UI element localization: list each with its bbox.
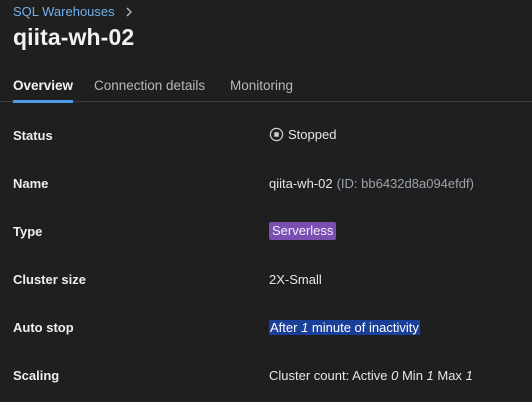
warehouse-details-page: SQL Warehouses qiita-wh-02 Overview Conn… <box>0 0 532 402</box>
type-row: Type Serverless <box>13 222 532 244</box>
auto-stop-selected-text: After 1 minute of inactivity <box>269 320 420 335</box>
status-row: Status Stopped <box>13 127 532 148</box>
cluster-size-label: Cluster size <box>13 272 86 287</box>
status-label: Status <box>13 128 53 143</box>
tab-connection-details[interactable]: Connection details <box>94 78 205 100</box>
auto-stop-suffix: minute of inactivity <box>308 320 419 335</box>
scaling-value: Cluster count: Active 0 Min 1 Max 1 <box>269 368 473 383</box>
scaling-min-label: Min <box>398 368 427 383</box>
auto-stop-value: After 1 minute of inactivity <box>269 320 420 335</box>
name-label: Name <box>13 176 49 191</box>
tab-monitoring[interactable]: Monitoring <box>230 78 293 100</box>
auto-stop-prefix: After <box>270 320 302 335</box>
scaling-prefix: Cluster count: Active <box>269 368 392 383</box>
scaling-min-count: 1 <box>426 368 434 383</box>
scaling-row: Scaling Cluster count: Active 0 Min 1 Ma… <box>13 368 532 388</box>
serverless-badge: Serverless <box>269 222 337 240</box>
status-text: Stopped <box>288 127 337 142</box>
scaling-max-label: Max <box>433 368 466 383</box>
status-value: Stopped <box>269 127 336 142</box>
scaling-label: Scaling <box>13 368 60 383</box>
name-value: qiita-wh-02 (ID: bb6432d8a094efdf) <box>269 176 474 191</box>
breadcrumb: SQL Warehouses <box>13 4 134 19</box>
page-title: qiita-wh-02 <box>13 24 135 50</box>
type-label: Type <box>13 224 43 239</box>
stop-circle-icon <box>269 127 284 142</box>
tab-bar: Overview Connection details Monitoring <box>0 76 532 103</box>
warehouse-id: (ID: bb6432d8a094efdf) <box>336 176 474 191</box>
cluster-size-value: 2X-Small <box>269 272 322 287</box>
warehouse-name: qiita-wh-02 <box>269 176 333 191</box>
auto-stop-label: Auto stop <box>13 320 74 335</box>
breadcrumb-link-sql-warehouses[interactable]: SQL Warehouses <box>13 4 115 19</box>
name-row: Name qiita-wh-02 (ID: bb6432d8a094efdf) <box>13 176 532 196</box>
chevron-right-icon <box>126 7 132 16</box>
auto-stop-row: Auto stop After 1 minute of inactivity <box>13 320 532 340</box>
type-value: Serverless <box>269 222 337 240</box>
cluster-size-row: Cluster size 2X-Small <box>13 272 532 292</box>
scaling-max-count: 1 <box>465 368 473 383</box>
tab-overview[interactable]: Overview <box>13 78 74 103</box>
scaling-active-count: 0 <box>391 368 399 383</box>
